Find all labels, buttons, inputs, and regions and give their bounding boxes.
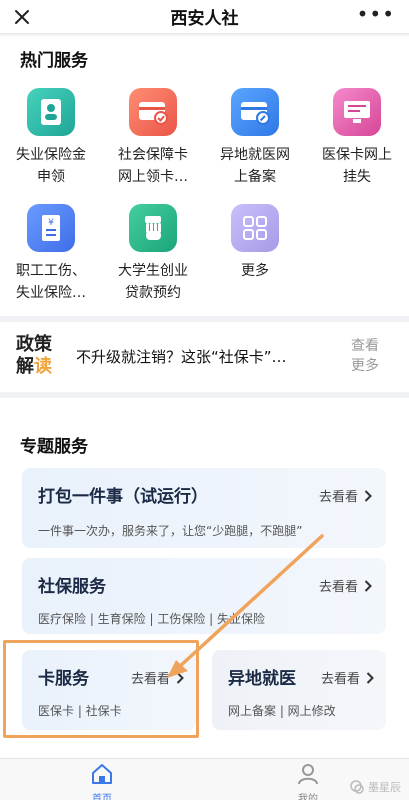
chevron-right-icon (364, 489, 372, 502)
service-label: 职工工伤、 失业保险… (16, 263, 86, 301)
service-label: 医保卡网上 挂失 (322, 147, 392, 185)
card-subtitle: 医疗保险 | 生育保险 | 工伤保险 | 失业保险 (38, 612, 266, 626)
tab-me[interactable]: 我的 (268, 763, 348, 800)
user-icon (298, 764, 318, 785)
topic-services-section: 专题服务 打包一件事（试运行） 去看看 一件事一次办，服务来了，让您“少跑腿，不… (0, 398, 409, 758)
news-headline[interactable]: 不升级就注销？这张“社保卡”… (76, 346, 287, 367)
go-see-button[interactable]: 去看看 (131, 668, 184, 687)
service-label: 异地就医网 上备案 (220, 147, 290, 185)
chevron-right-icon (176, 671, 184, 684)
grid-icon (231, 204, 279, 252)
service-label: 失业保险金 申领 (16, 147, 86, 185)
service-student-startup-loan[interactable]: 大学生创业 贷款预约 (102, 204, 204, 304)
card-title: 打包一件事（试运行） (38, 487, 208, 507)
watermark: 墨星辰 (350, 779, 401, 795)
view-more-link[interactable]: 查看 更多 (351, 336, 385, 376)
card-social-security-service[interactable]: 社保服务 去看看 医疗保险 | 生育保险 | 工伤保险 | 失业保险 (22, 558, 386, 634)
card-bundle-service[interactable]: 打包一件事（试运行） 去看看 一件事一次办，服务来了，让您“少跑腿，不跑腿” (22, 468, 386, 548)
top-bar: 西安人社 ••• (0, 0, 409, 34)
yuan-document-icon: ¥ (27, 204, 75, 252)
topic-services-title: 专题服务 (20, 437, 88, 457)
service-unemployment-benefit[interactable]: 失业保险金 申领 (0, 88, 102, 188)
hand-icon (129, 204, 177, 252)
badge-line-1: 政策 (16, 334, 52, 355)
card-subtitle: 网上备案 | 网上修改 (228, 704, 336, 718)
page-title: 西安人社 (170, 9, 239, 29)
svg-text:¥: ¥ (48, 218, 54, 228)
service-social-card-online[interactable]: 社会保障卡 网上领卡… (102, 88, 204, 188)
card-check-icon (129, 88, 177, 136)
hot-services-title: 热门服务 (20, 51, 88, 71)
go-see-button[interactable]: 去看看 (319, 486, 372, 505)
hot-services-section: 热门服务 失业保险金 申领 社会保障卡 网上领卡… 异地就医网 上备案 医保卡网… (0, 36, 409, 316)
service-remote-medical-filing[interactable]: 异地就医网 上备案 (204, 88, 306, 188)
card-remote-medical[interactable]: 异地就医 去看看 网上备案 | 网上修改 (212, 650, 386, 730)
card-edit-icon (231, 88, 279, 136)
service-label: 更多 (241, 263, 269, 279)
monitor-icon (333, 88, 381, 136)
home-icon (92, 764, 112, 784)
more-menu-icon[interactable]: ••• (357, 2, 395, 26)
card-title: 异地就医 (228, 669, 296, 689)
close-icon[interactable] (10, 5, 34, 29)
tab-me-label: 我的 (298, 794, 318, 800)
go-see-button[interactable]: 去看看 (319, 576, 372, 595)
chevron-right-icon (364, 579, 372, 592)
tab-home-label: 首页 (92, 794, 112, 800)
policy-interpretation-badge: 政策 解读 (16, 334, 58, 378)
card-subtitle: 医保卡 | 社保卡 (38, 704, 122, 718)
card-title: 卡服务 (38, 669, 89, 689)
service-medical-card-loss[interactable]: 医保卡网上 挂失 (306, 88, 408, 188)
tab-home[interactable]: 首页 (62, 763, 142, 800)
badge-line-2: 解读 (16, 356, 52, 377)
chevron-right-icon (366, 671, 374, 684)
card-title: 社保服务 (38, 577, 106, 597)
wechat-icon (350, 780, 364, 794)
service-injury-unemployment-insurance[interactable]: ¥ 职工工伤、 失业保险… (0, 204, 102, 304)
document-person-icon (27, 88, 75, 136)
card-subtitle: 一件事一次办，服务来了，让您“少跑腿，不跑腿” (38, 524, 303, 538)
service-more[interactable]: 更多 (204, 204, 306, 282)
go-see-button[interactable]: 去看看 (321, 668, 374, 687)
service-label: 社会保障卡 网上领卡… (118, 147, 188, 185)
policy-news-strip[interactable]: 政策 解读 不升级就注销？这张“社保卡”… 查看 更多 (0, 322, 409, 392)
card-card-service[interactable]: 卡服务 去看看 医保卡 | 社保卡 (22, 650, 196, 730)
bottom-tab-bar: 首页 我的 墨星辰 (0, 758, 409, 800)
service-label: 大学生创业 贷款预约 (118, 263, 188, 301)
